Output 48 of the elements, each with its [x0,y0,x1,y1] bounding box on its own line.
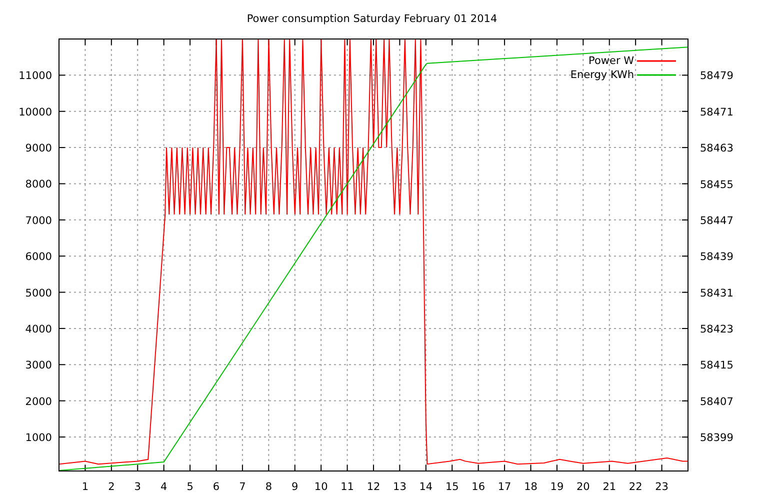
axis-label: 5 [186,481,194,493]
axis-label: 7 [239,481,246,493]
axis-label: 58431 [700,287,734,300]
chart-title: Power consumption Saturday February 01 2014 [246,13,498,25]
axis-label: 58423 [700,324,734,336]
axis-label: 6000 [25,251,52,264]
axis-label: 58439 [700,251,734,264]
axis-label: 3000 [25,360,52,372]
axis-label: 22 [628,481,642,493]
axis-label: 14 [419,481,433,493]
legend-label: Power W [588,55,634,67]
axis-label: 19 [550,481,564,493]
axis-label: 5000 [25,287,52,300]
axis-label: 11000 [18,70,52,82]
axis-label: 23 [655,481,668,493]
axis-label: 58415 [700,360,734,372]
axis-label: 11 [340,481,354,493]
axis-label: 17 [498,481,512,493]
axis-label: 1 [82,481,89,493]
axis-label: 16 [472,481,486,493]
axis-label: 18 [524,481,538,493]
axis-label: 13 [393,481,406,493]
axis-label: 58399 [700,432,734,444]
axis-label: 10 [314,481,328,493]
legend-label: Energy KWh [570,69,634,81]
axis-label: 9 [292,481,298,493]
axis-label: 3 [134,481,141,493]
axis-label: 15 [445,481,459,493]
axis-label: 21 [602,481,616,493]
axis-label: 8 [265,481,272,493]
axis-label: 10000 [18,106,52,118]
axis-label: 58471 [700,106,734,118]
axis-label: 58455 [700,178,734,191]
axis-label: 8000 [25,178,52,191]
axis-label: 4000 [25,323,52,336]
axis-label: 58479 [700,70,734,82]
axis-label: 1000 [25,432,52,444]
axis-label: 58447 [700,214,734,227]
axis-label: 2 [108,481,115,493]
axis-label: 6 [212,481,220,493]
axis-label: 4 [160,481,168,493]
axis-label: 2000 [25,396,52,408]
axis-label: 58463 [700,142,734,155]
axis-label: 20 [576,481,590,493]
axis-label: 7000 [25,214,52,227]
axis-label: 9000 [25,142,52,155]
axis-label: 58407 [700,396,734,408]
axis-label: 12 [366,481,380,493]
